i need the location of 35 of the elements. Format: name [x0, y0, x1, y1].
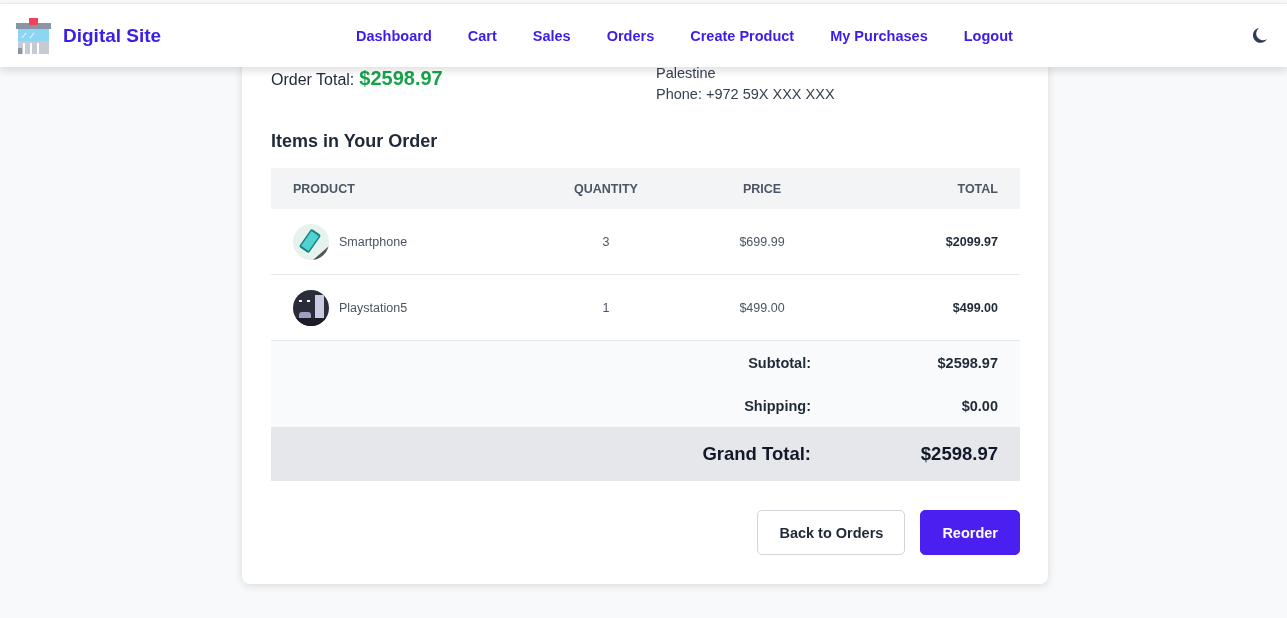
summary-value: $0.00	[960, 397, 999, 414]
quantity-cell-text: 3	[601, 234, 611, 249]
address-line: Phone: +972 59X XXX XXX	[656, 85, 836, 104]
summary-label: Grand Total:	[701, 443, 811, 465]
column-header: PRICE	[741, 181, 783, 196]
total-cell-text: $499.00	[951, 300, 999, 315]
site-name[interactable]: Digital Site	[63, 24, 162, 47]
summary-value: $2598.97	[936, 354, 999, 371]
nav-link[interactable]: Dashboard	[356, 27, 432, 44]
nav-link[interactable]: Cart	[467, 27, 497, 44]
nav-link[interactable]: Orders	[606, 27, 655, 44]
summary-value: $2598.97	[919, 443, 999, 465]
back-button[interactable]: Back to Orders	[757, 510, 906, 555]
total-cell-text: $2099.97	[944, 234, 999, 249]
nav-link[interactable]: Sales	[532, 27, 571, 44]
column-header: QUANTITY	[573, 181, 639, 196]
nav-link[interactable]: Logout	[963, 27, 1013, 44]
nav-link[interactable]: Create Product	[690, 27, 795, 44]
price-cell-text: $499.00	[738, 300, 786, 315]
quantity-cell-text: 1	[601, 300, 611, 315]
product-name: Playstation5	[339, 300, 408, 315]
reorder-button[interactable]: Reorder	[920, 510, 1020, 555]
moon-icon[interactable]	[1253, 28, 1267, 43]
nav-link[interactable]: My Purchases	[830, 27, 928, 44]
order-total-label: Order Total:	[271, 71, 355, 89]
product-name: Smartphone	[339, 234, 408, 249]
column-header: TOTAL	[956, 181, 999, 196]
price-cell-text: $699.99	[738, 234, 786, 249]
summary-label: Subtotal:	[747, 354, 811, 371]
column-header: PRODUCT	[292, 181, 356, 196]
address-line: Palestine	[656, 64, 717, 83]
section-title: Items in Your Order	[271, 131, 439, 152]
order-total-value: $2598.97	[359, 67, 443, 90]
summary-label: Shipping:	[743, 397, 811, 414]
shop-icon[interactable]	[16, 17, 51, 54]
